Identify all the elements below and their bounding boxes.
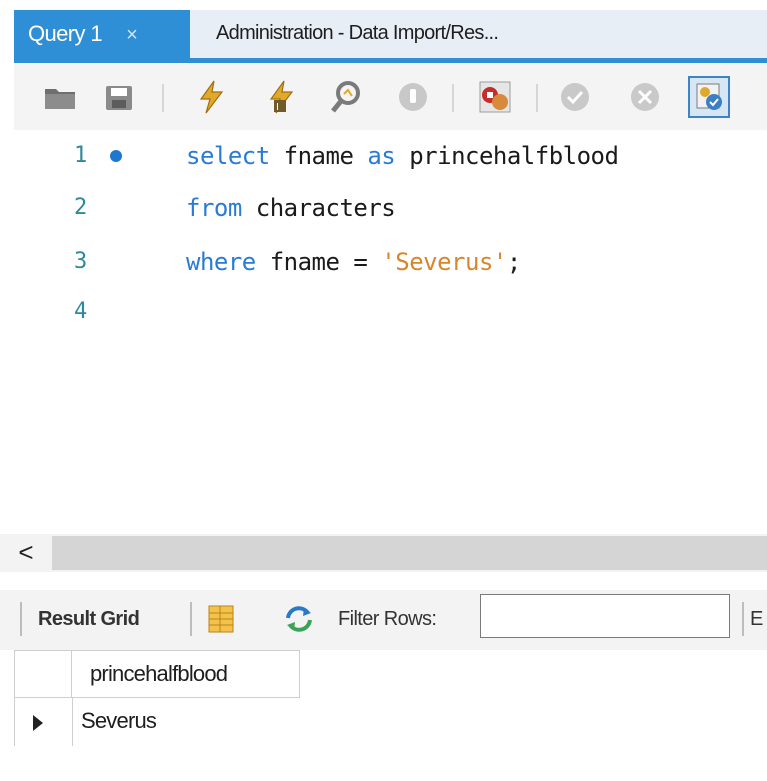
tab-administration-label: Administration - Data Import/Res... — [216, 22, 499, 44]
tab-administration-data-import[interactable]: Administration - Data Import/Res... — [190, 10, 767, 58]
toolbar-separator — [162, 84, 164, 112]
editor-line-2: 2 from characters — [14, 188, 767, 228]
sql-keyword: where — [186, 248, 256, 276]
close-icon[interactable]: × — [126, 25, 138, 45]
save-icon[interactable] — [100, 78, 138, 116]
editor-line-1: 1 select fname as princehalfblood — [14, 136, 767, 176]
execute-current-icon[interactable]: I — [262, 78, 300, 116]
editor-line-4: 4 — [14, 292, 767, 332]
statement-marker-dot — [110, 150, 122, 162]
editor-tab-strip: Query 1 × Administration - Data Import/R… — [0, 0, 767, 64]
line-number: 2 — [74, 195, 88, 220]
sql-identifier: princehalfblood — [395, 142, 619, 170]
tab-query-1-label: Query 1 — [28, 21, 103, 46]
sql-editor-toolbar: I — [14, 64, 767, 130]
table-cell[interactable]: Severus — [72, 698, 300, 746]
line-number: 1 — [74, 143, 88, 168]
sql-keyword: select — [186, 142, 270, 170]
sql-editor[interactable]: 1 select fname as princehalfblood 2 from… — [14, 130, 767, 534]
truncated-toolbar-item[interactable]: E — [750, 602, 763, 636]
form-editor-grid-icon[interactable] — [206, 604, 236, 634]
editor-line-3: 3 where fname = 'Severus'; — [14, 242, 767, 282]
code-text: where fname = 'Severus'; — [186, 242, 521, 282]
sql-identifier: fname = — [255, 248, 382, 276]
execute-icon[interactable] — [192, 78, 230, 116]
scroll-left-arrow-icon[interactable]: < — [0, 534, 52, 572]
toggle-error-stop-icon[interactable] — [476, 78, 514, 116]
toolbar-separator — [190, 602, 192, 636]
commit-icon[interactable] — [556, 78, 594, 116]
sql-keyword: as — [367, 142, 396, 170]
sql-identifier: fname — [269, 142, 368, 170]
autocommit-icon[interactable] — [688, 76, 730, 118]
filter-rows-input[interactable] — [480, 594, 730, 638]
tab-query-1[interactable]: Query 1 × — [14, 10, 190, 58]
toolbar-separator — [20, 602, 22, 636]
current-row-arrow-icon — [33, 715, 43, 731]
sql-string-literal: 'Severus' — [381, 248, 507, 276]
scrollbar-track[interactable] — [52, 536, 767, 570]
code-text: select fname as princehalfblood — [186, 136, 619, 176]
code-text: from characters — [186, 188, 396, 228]
sql-identifier: characters — [241, 194, 396, 222]
sql-keyword: from — [186, 194, 242, 222]
filter-rows-label: Filter Rows: — [338, 608, 437, 630]
row-marker[interactable] — [14, 698, 72, 746]
results-toolbar: Result Grid Filter Rows: E — [0, 590, 767, 650]
rollback-icon[interactable] — [626, 78, 664, 116]
grid-corner-cell[interactable] — [14, 650, 72, 698]
toolbar-separator — [536, 84, 538, 112]
open-folder-icon[interactable] — [42, 78, 80, 116]
svg-text:I: I — [276, 102, 279, 113]
line-number: 3 — [74, 249, 88, 274]
toolbar-separator — [742, 602, 744, 636]
refresh-icon[interactable] — [282, 604, 316, 634]
result-grid-tab[interactable]: Result Grid — [38, 602, 140, 636]
column-header-princehalfblood[interactable]: princehalfblood — [72, 650, 300, 698]
sql-terminator: ; — [506, 248, 521, 276]
explain-icon[interactable] — [328, 78, 366, 116]
active-tab-underline — [14, 58, 767, 63]
toolbar-separator — [452, 84, 454, 112]
line-number: 4 — [74, 299, 88, 324]
editor-horizontal-scrollbar[interactable]: < — [0, 534, 767, 572]
stop-icon[interactable] — [394, 78, 432, 116]
